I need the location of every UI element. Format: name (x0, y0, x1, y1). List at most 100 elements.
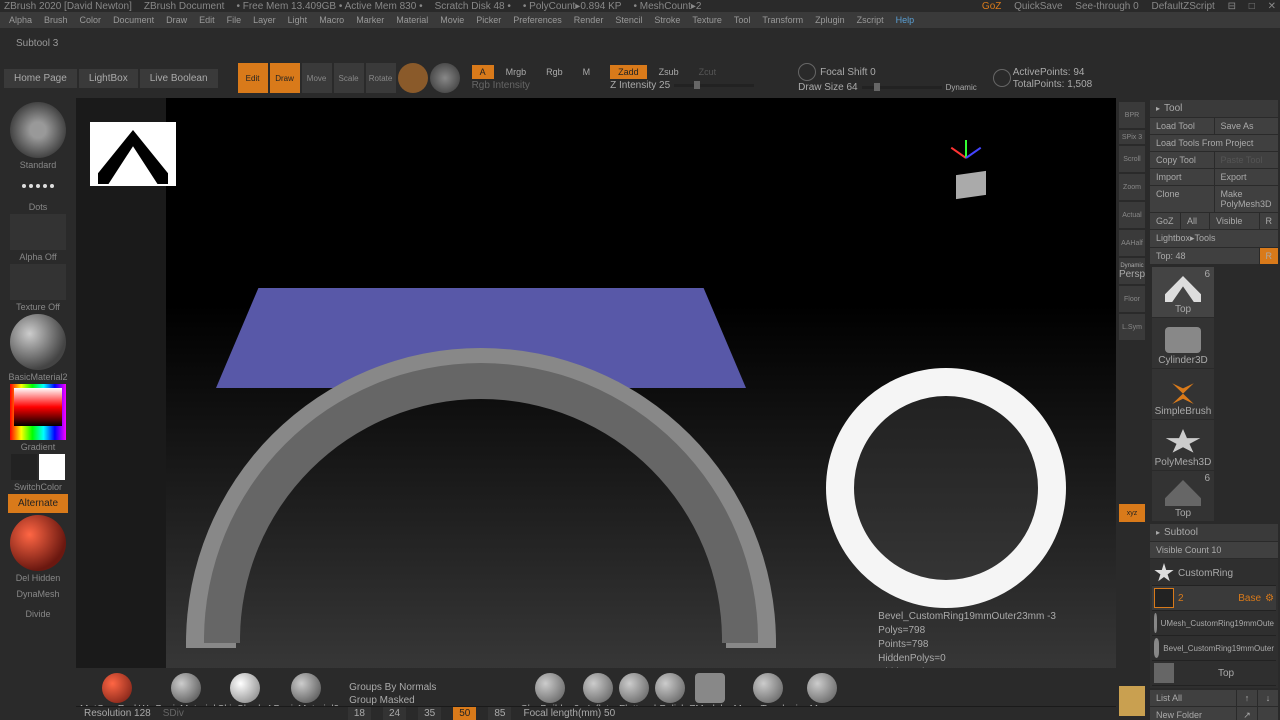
focal-length[interactable]: Focal length(mm) 50 (523, 708, 615, 719)
divide-button[interactable]: Divide (25, 605, 50, 623)
color-primary[interactable] (39, 454, 65, 480)
tool-item[interactable]: PolyMesh3D (1152, 420, 1214, 470)
fl-24[interactable]: 24 (383, 707, 406, 720)
menu-help[interactable]: Help (891, 13, 920, 27)
draw-size[interactable]: Draw Size 64 (798, 82, 857, 93)
menu-color[interactable]: Color (75, 13, 107, 27)
mode-a[interactable]: A (472, 65, 494, 79)
r2-button[interactable]: R (1260, 248, 1279, 264)
menu-texture[interactable]: Texture (687, 13, 727, 27)
blank-button[interactable] (1258, 707, 1278, 720)
lsym-button[interactable]: L.Sym (1119, 314, 1145, 340)
material-sphere[interactable] (10, 314, 66, 370)
bpr-button[interactable]: BPR (1119, 102, 1145, 128)
scroll-button[interactable]: Scroll (1119, 146, 1145, 172)
liveboolean-button[interactable]: Live Boolean (140, 69, 218, 88)
rotate-tool[interactable]: Rotate (366, 63, 396, 93)
copytool-button[interactable]: Copy Tool (1150, 152, 1214, 168)
axis-gizmo[interactable] (946, 128, 986, 168)
menu-picker[interactable]: Picker (471, 13, 506, 27)
floor-button[interactable]: Floor (1119, 286, 1145, 312)
color-secondary[interactable] (11, 454, 37, 480)
cube-gizmo[interactable] (956, 171, 986, 199)
menu-material[interactable]: Material (391, 13, 433, 27)
all-button[interactable]: All (1181, 213, 1209, 229)
mode-rgb[interactable]: Rgb (538, 65, 571, 79)
newfolder-button[interactable]: New Folder (1150, 707, 1236, 720)
menu-layer[interactable]: Layer (248, 13, 281, 27)
menu-zscript[interactable]: Zscript (852, 13, 889, 27)
persp-button[interactable]: DynamicPersp (1119, 258, 1145, 284)
fl-35[interactable]: 35 (418, 707, 441, 720)
menu-stroke[interactable]: Stroke (649, 13, 685, 27)
mode-zcut[interactable]: Zcut (691, 65, 725, 79)
home-button[interactable]: Home Page (4, 69, 77, 88)
subtool-row[interactable]: CustomRing (1152, 561, 1276, 586)
minimize-icon[interactable]: ⊟ (1228, 1, 1236, 12)
goz-link[interactable]: GoZ (982, 1, 1001, 12)
menu-render[interactable]: Render (569, 13, 609, 27)
texture-slot[interactable] (10, 264, 66, 300)
subtool-row[interactable]: Bevel_CustomRing19mmOuter (1152, 636, 1276, 661)
gear-icon[interactable]: ⚙ (1265, 593, 1274, 604)
xyz-button[interactable]: xyz (1119, 504, 1145, 522)
loadproject-button[interactable]: Load Tools From Project (1150, 135, 1278, 151)
tool-item[interactable]: Cylinder3D (1152, 318, 1214, 368)
lightbox-tools[interactable]: Lightbox▸Tools (1150, 230, 1278, 247)
menu-edit[interactable]: Edit (194, 13, 220, 27)
makepoly-button[interactable]: Make PolyMesh3D (1215, 186, 1279, 212)
stroke-dots[interactable] (10, 172, 66, 200)
edit-tool[interactable]: Edit (238, 63, 268, 93)
delhidden-button[interactable]: Del Hidden (16, 573, 61, 583)
lightbox-button[interactable]: LightBox (79, 69, 138, 88)
down-icon[interactable]: ↓ (1258, 690, 1278, 706)
gizmo-icon[interactable] (398, 63, 428, 93)
gradient-label[interactable]: Gradient (21, 442, 56, 452)
menu-stencil[interactable]: Stencil (610, 13, 647, 27)
sdiv[interactable]: SDiv (163, 708, 184, 719)
tool-item[interactable]: SimpleBrush (1152, 369, 1214, 419)
sphere-icon[interactable] (430, 63, 460, 93)
menu-document[interactable]: Document (108, 13, 159, 27)
dynamic-toggle[interactable]: Dynamic (946, 83, 977, 92)
seethrough[interactable]: See-through 0 (1075, 1, 1138, 12)
pastetool-button[interactable]: Paste Tool (1215, 152, 1279, 168)
listall-button[interactable]: List All (1150, 690, 1236, 706)
goz-button[interactable]: GoZ (1150, 213, 1180, 229)
z-intensity[interactable]: Z Intensity 25 (610, 80, 670, 91)
clone-button[interactable]: Clone (1150, 186, 1214, 212)
matcap-sphere[interactable] (10, 515, 66, 571)
top-slider[interactable]: Top: 48 (1150, 248, 1259, 264)
visible-button[interactable]: Visible (1210, 213, 1259, 229)
folder-icon[interactable] (1119, 686, 1145, 716)
menu-zplugin[interactable]: Zplugin (810, 13, 850, 27)
canvas[interactable]: Bevel_CustomRing19mmOuter23mm -3 Polys=7… (76, 98, 1116, 720)
groups-normals[interactable]: Groups By Normals (349, 682, 436, 693)
up-icon[interactable]: ↑ (1237, 690, 1257, 706)
menu-tool[interactable]: Tool (729, 13, 756, 27)
r-button[interactable]: R (1260, 213, 1279, 229)
mode-mrgb[interactable]: Mrgb (498, 65, 535, 79)
menu-file[interactable]: File (222, 13, 247, 27)
switch-color[interactable]: SwitchColor (14, 482, 62, 492)
actual-button[interactable]: Actual (1119, 202, 1145, 228)
alternate-button[interactable]: Alternate (8, 494, 68, 513)
quicksave[interactable]: QuickSave (1014, 1, 1062, 12)
color-picker[interactable] (10, 384, 66, 440)
move-tool[interactable]: Move (302, 63, 332, 93)
group-masked[interactable]: Group Masked (349, 695, 436, 706)
saveas-button[interactable]: Save As (1215, 118, 1279, 134)
mode-zadd[interactable]: Zadd (610, 65, 647, 79)
resolution[interactable]: Resolution 128 (84, 708, 151, 719)
loadtool-button[interactable]: Load Tool (1150, 118, 1214, 134)
menu-macro[interactable]: Macro (314, 13, 349, 27)
menu-light[interactable]: Light (283, 13, 313, 27)
menu-preferences[interactable]: Preferences (508, 13, 567, 27)
import-button[interactable]: Import (1150, 169, 1214, 185)
close-icon[interactable]: ✕ (1268, 1, 1276, 12)
menu-marker[interactable]: Marker (351, 13, 389, 27)
scale-tool[interactable]: Scale (334, 63, 364, 93)
tool-item[interactable]: Top6 (1152, 267, 1214, 317)
mode-m[interactable]: M (575, 65, 599, 79)
arrow-icon[interactable]: ↗ (1237, 707, 1257, 720)
